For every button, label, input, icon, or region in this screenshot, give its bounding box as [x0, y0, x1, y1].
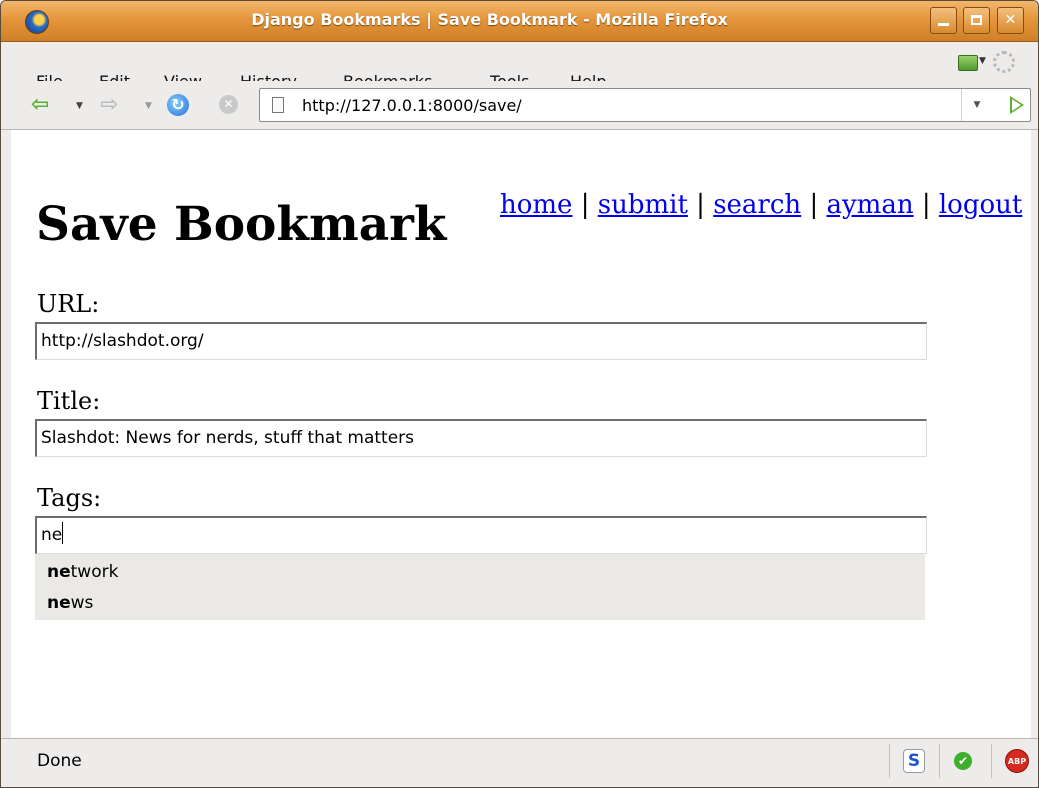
- forward-history-dropdown-icon[interactable]: ▼: [145, 101, 152, 111]
- site-nav-links: home | submit | search | ayman | logout: [500, 190, 1022, 220]
- screenshot-icon[interactable]: [958, 55, 978, 71]
- title-input[interactable]: Slashdot: News for nerds, stuff that mat…: [35, 419, 927, 457]
- nav-link-submit[interactable]: submit: [598, 190, 688, 220]
- nav-separator: |: [809, 190, 819, 220]
- throbber-icon: [993, 51, 1015, 73]
- close-button[interactable]: ✕: [997, 7, 1024, 34]
- autocomplete-match: ne: [47, 562, 71, 582]
- title-bar[interactable]: Django Bookmarks | Save Bookmark - Mozil…: [1, 1, 1038, 42]
- tag-autocomplete-list: network news: [35, 554, 925, 620]
- minimize-button[interactable]: [930, 7, 957, 34]
- nav-link-search[interactable]: search: [713, 190, 801, 220]
- minimize-icon: [938, 23, 949, 26]
- url-history-dropdown-icon[interactable]: ▼: [961, 89, 992, 121]
- nav-separator: |: [921, 190, 931, 220]
- tags-input[interactable]: ne: [35, 516, 927, 554]
- nav-link-logout[interactable]: logout: [939, 190, 1022, 220]
- title-label: Title:: [37, 387, 101, 415]
- status-bar: Done S ✔ ABP: [1, 738, 1038, 787]
- navigation-toolbar: ⇦ ▼ ⇨ ▼ ↻ ✕ http://127.0.0.1:8000/save/ …: [1, 81, 1038, 130]
- autocomplete-rest: ws: [70, 593, 94, 613]
- url-input[interactable]: http://slashdot.org/: [35, 322, 927, 360]
- nav-separator: |: [696, 190, 705, 220]
- nav-link-home[interactable]: home: [500, 190, 572, 220]
- status-divider: [991, 744, 992, 778]
- maximize-icon: [971, 15, 982, 25]
- url-label: URL:: [37, 290, 100, 318]
- window-title: Django Bookmarks | Save Bookmark - Mozil…: [251, 10, 728, 29]
- tags-input-value: ne: [41, 525, 63, 545]
- back-icon[interactable]: ⇦: [31, 93, 49, 117]
- status-divider: [889, 744, 890, 778]
- text-caret: [62, 522, 64, 544]
- check-icon[interactable]: ✔: [954, 752, 972, 770]
- address-bar[interactable]: http://127.0.0.1:8000/save/ ▼: [259, 88, 1031, 122]
- page-icon: [272, 97, 284, 113]
- chevron-down-icon[interactable]: ▼: [979, 56, 986, 66]
- autocomplete-item[interactable]: network: [47, 557, 118, 587]
- url-text[interactable]: http://127.0.0.1:8000/save/: [302, 96, 522, 115]
- forward-icon[interactable]: ⇨: [100, 93, 118, 117]
- browser-window: Django Bookmarks | Save Bookmark - Mozil…: [0, 0, 1039, 788]
- autocomplete-match: ne: [47, 593, 71, 613]
- tags-label: Tags:: [37, 484, 102, 512]
- s-icon[interactable]: S: [903, 749, 925, 773]
- close-icon: ✕: [1004, 12, 1017, 28]
- status-text: Done: [37, 751, 82, 771]
- nav-link-user[interactable]: ayman: [826, 190, 913, 220]
- page-title: Save Bookmark: [36, 197, 447, 252]
- toolbar-extras: ▼: [948, 50, 1028, 74]
- adblock-icon[interactable]: ABP: [1005, 749, 1029, 773]
- maximize-button[interactable]: [963, 7, 990, 34]
- autocomplete-rest: twork: [70, 562, 119, 582]
- nav-separator: |: [580, 190, 590, 220]
- page-content: Save Bookmark home | submit | search | a…: [11, 130, 1031, 738]
- menu-bar: File Edit View History Bookmarks Tools H…: [1, 42, 1038, 91]
- go-icon[interactable]: [1010, 96, 1024, 114]
- reload-icon[interactable]: ↻: [167, 94, 189, 116]
- status-divider: [939, 744, 940, 778]
- back-history-dropdown-icon[interactable]: ▼: [76, 101, 83, 111]
- stop-icon[interactable]: ✕: [219, 95, 238, 114]
- autocomplete-item[interactable]: news: [47, 588, 93, 618]
